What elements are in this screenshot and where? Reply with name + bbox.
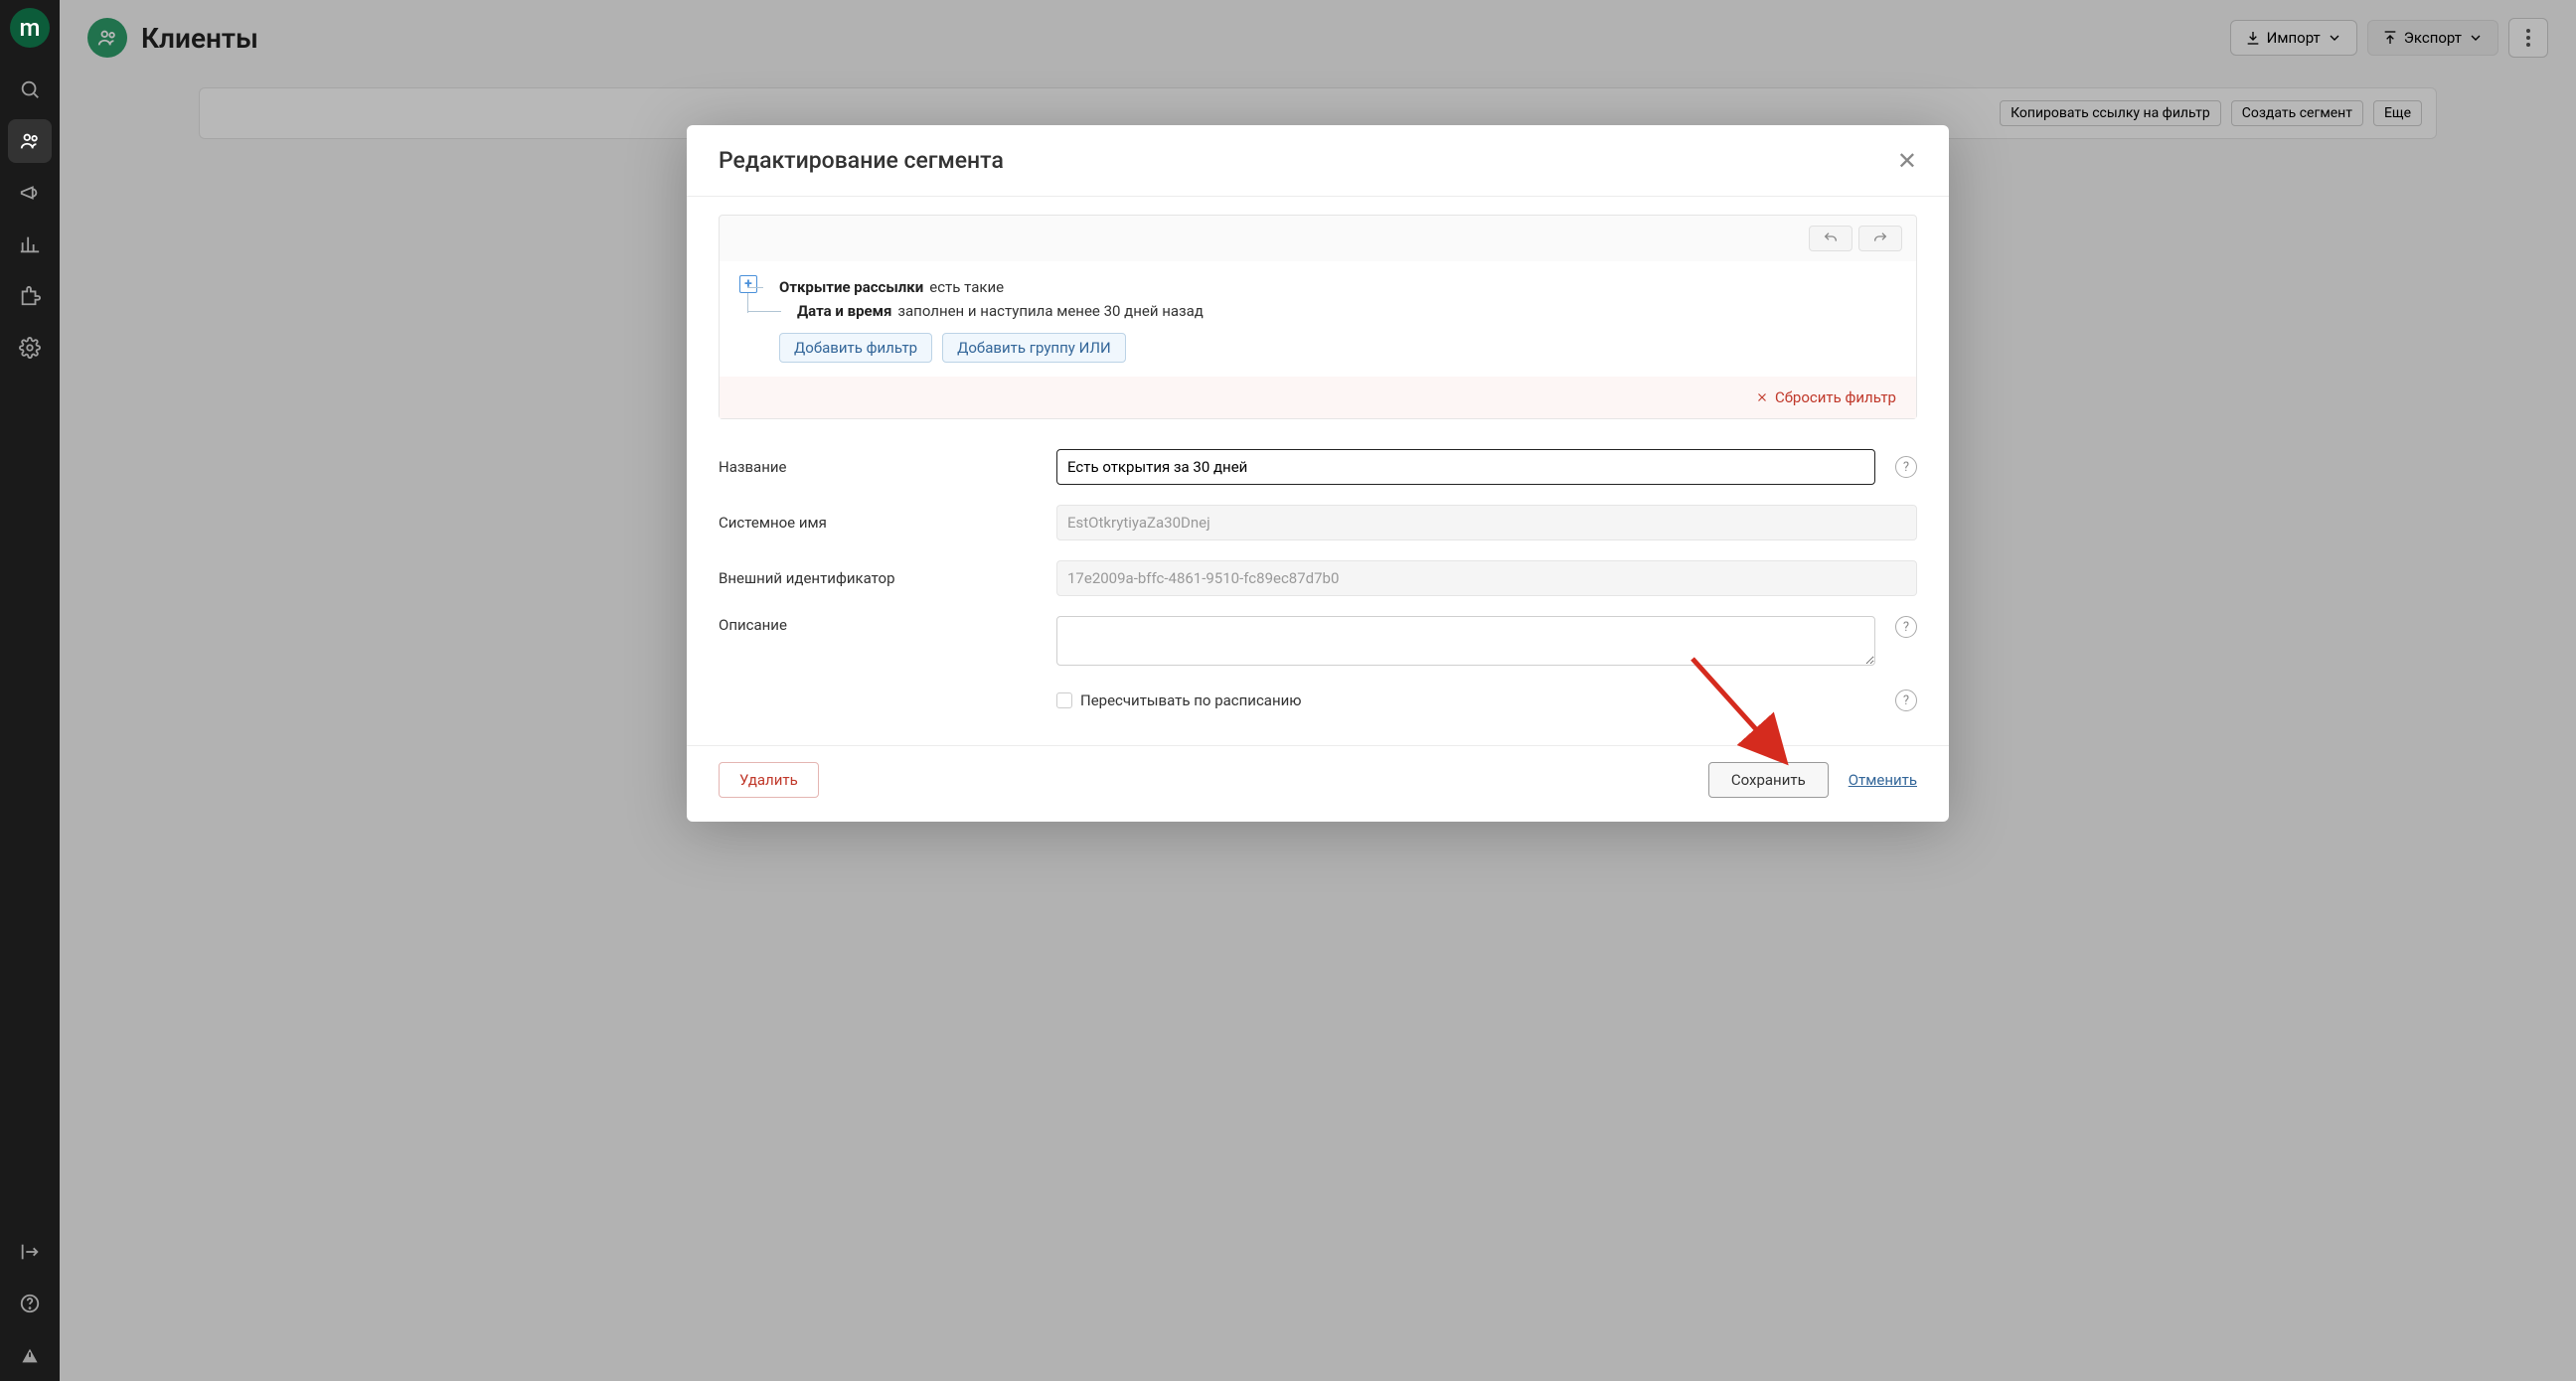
search-icon[interactable] bbox=[8, 68, 52, 111]
rule-label: Открытие рассылки bbox=[779, 278, 923, 296]
add-or-group-button[interactable]: Добавить группу ИЛИ bbox=[942, 333, 1126, 363]
system-name-input bbox=[1056, 505, 1917, 540]
puzzle-icon[interactable] bbox=[8, 274, 52, 318]
checkbox-icon bbox=[1056, 692, 1072, 708]
description-input[interactable] bbox=[1056, 616, 1875, 666]
external-id-input bbox=[1056, 560, 1917, 596]
megaphone-icon[interactable] bbox=[8, 171, 52, 215]
name-input[interactable] bbox=[1056, 449, 1875, 485]
name-label: Название bbox=[719, 458, 1037, 476]
add-filter-button[interactable]: Добавить фильтр bbox=[779, 333, 932, 363]
cancel-link[interactable]: Отменить bbox=[1849, 771, 1917, 789]
recalc-checkbox-row[interactable]: Пересчитывать по расписанию bbox=[1056, 691, 1875, 709]
reset-filter-button[interactable]: Сбросить фильтр bbox=[1735, 377, 1916, 418]
help-icon[interactable] bbox=[8, 1282, 52, 1325]
undo-icon bbox=[1823, 230, 1839, 246]
modal-footer: Удалить Сохранить Отменить bbox=[687, 745, 1949, 822]
add-root-condition-button[interactable]: + bbox=[739, 275, 757, 293]
modal-body: + Открытие рассылки есть такие Дата и вр… bbox=[687, 197, 1949, 745]
modal-title: Редактирование сегмента bbox=[719, 147, 1004, 174]
save-button[interactable]: Сохранить bbox=[1708, 762, 1829, 798]
main-area: Клиенты Импорт Экспорт Копировать ссылку bbox=[60, 0, 2576, 1381]
description-label: Описание bbox=[719, 616, 1037, 634]
rule-row[interactable]: Открытие рассылки есть такие bbox=[765, 275, 1898, 299]
logout-icon[interactable] bbox=[8, 1230, 52, 1274]
delete-button[interactable]: Удалить bbox=[719, 762, 819, 798]
modal-overlay: Редактирование сегмента ✕ bbox=[60, 0, 2576, 1381]
reset-filter-label: Сбросить фильтр bbox=[1775, 388, 1896, 406]
external-id-label: Внешний идентификатор bbox=[719, 569, 1037, 587]
undo-button[interactable] bbox=[1809, 226, 1852, 251]
filter-builder: + Открытие рассылки есть такие Дата и вр… bbox=[719, 215, 1917, 419]
clients-icon[interactable] bbox=[8, 119, 52, 163]
help-icon[interactable]: ? bbox=[1895, 456, 1917, 478]
app-logo[interactable]: m bbox=[10, 8, 50, 48]
close-icon[interactable]: ✕ bbox=[1897, 149, 1917, 173]
rule-row[interactable]: Дата и время заполнен и наступила менее … bbox=[783, 299, 1898, 323]
app-root: m bbox=[0, 0, 2576, 1381]
rule-label: Дата и время bbox=[797, 302, 891, 320]
help-icon[interactable]: ? bbox=[1895, 690, 1917, 711]
warning-icon[interactable] bbox=[8, 1333, 52, 1377]
rule-condition: есть такие bbox=[929, 278, 1004, 296]
chart-icon[interactable] bbox=[8, 223, 52, 266]
segment-form: Название ? Системное имя Внешний идентиф… bbox=[719, 439, 1917, 721]
recalc-label: Пересчитывать по расписанию bbox=[1080, 691, 1302, 709]
close-icon bbox=[1755, 390, 1769, 404]
segment-edit-modal: Редактирование сегмента ✕ bbox=[687, 125, 1949, 822]
left-sidebar: m bbox=[0, 0, 60, 1381]
modal-header: Редактирование сегмента ✕ bbox=[687, 125, 1949, 197]
gear-icon[interactable] bbox=[8, 326, 52, 370]
system-name-label: Системное имя bbox=[719, 514, 1037, 532]
redo-icon bbox=[1872, 230, 1888, 246]
redo-button[interactable] bbox=[1858, 226, 1902, 251]
rule-condition: заполнен и наступила менее 30 дней назад bbox=[897, 302, 1203, 320]
help-icon[interactable]: ? bbox=[1895, 616, 1917, 638]
